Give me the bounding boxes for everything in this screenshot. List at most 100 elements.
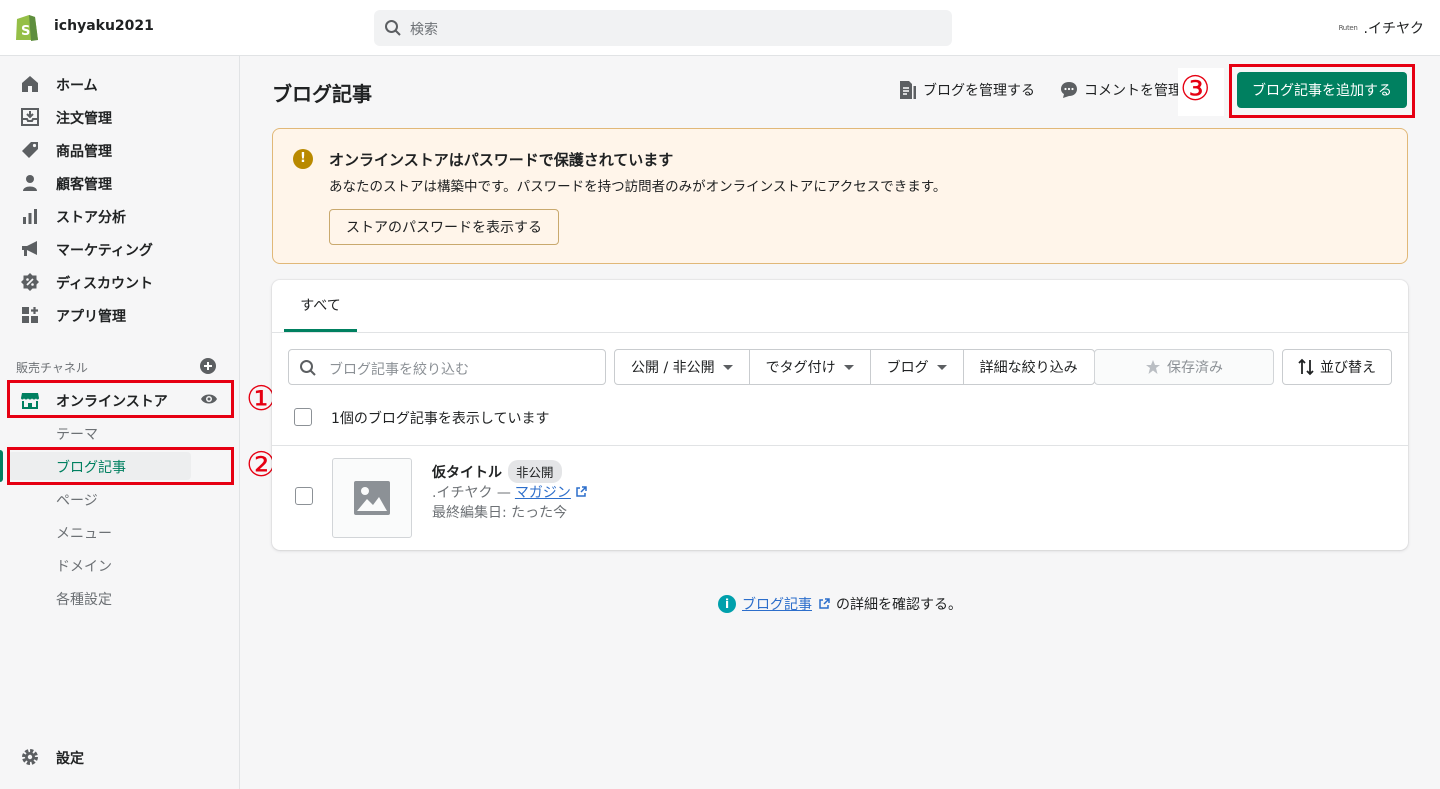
apps-icon [22,307,38,323]
tab-divider [272,332,1408,333]
sidebar-subitem-themes[interactable]: テーマ [56,424,98,444]
caret-down-icon [722,364,733,370]
image-placeholder-icon [354,481,390,515]
store-name[interactable]: ichyaku2021 [54,18,154,34]
sidebar-item-label: アプリ管理 [56,309,126,325]
row-checkbox[interactable] [295,487,313,505]
manage-blogs-label: ブログを管理する [923,83,1035,99]
manage-comments-button[interactable]: コメントを管理 [1060,80,1182,100]
sidebar-item-label: 顧客管理 [56,177,112,193]
post-thumbnail[interactable] [332,458,412,538]
post-title-row[interactable]: 仮タイトル 非公開 [432,460,562,483]
saved-label: 保存済み [1167,360,1223,376]
document-icon [900,81,916,99]
sidebar-item-label: マーケティング [56,243,153,259]
footer-help: i ブログ記事 の詳細を確認する。 [718,594,962,614]
filter-input[interactable]: ブログ記事を絞り込む [288,349,606,385]
status-badge: 非公開 [508,460,562,483]
manage-blogs-button[interactable]: ブログを管理する [899,80,1035,100]
top-bar: S ichyaku2021 検索 Ruten .イチヤク [0,0,1440,56]
search-bar[interactable]: 検索 [374,10,952,46]
page-title: ブログ記事 [272,82,372,106]
svg-text:S: S [21,24,30,39]
customer-icon [23,175,37,191]
banner-description: あなたのストアは構築中です。パスワードを持つ訪問者のみがオンラインストアにアクセ… [329,179,947,195]
orders-icon [21,108,39,126]
active-indicator [0,450,3,482]
sidebar-subitem-domains[interactable]: ドメイン [56,556,112,576]
sidebar-item-products[interactable]: 商品管理 [0,133,240,166]
sidebar-item-home[interactable]: ホーム [0,67,240,100]
post-store: .イチヤク — [432,485,511,501]
sidebar-item-label: 注文管理 [56,111,112,127]
tag-icon [22,142,38,158]
sidebar: ホーム 注文管理 商品管理 顧客管理 ストア分析 マーケティング ディスカウント… [0,56,240,789]
account-logo: Ruten [1338,24,1358,32]
saved-button[interactable]: 保存済み [1094,349,1274,385]
learn-more-link[interactable]: ブログ記事 [742,594,812,614]
account-menu[interactable]: Ruten .イチヤク [1339,18,1424,38]
sidebar-item-label: 商品管理 [56,144,112,160]
post-last-edited: 最終編集日: たった今 [432,505,568,521]
highlight-box-1 [7,380,234,418]
password-protection-banner: ! オンラインストアはパスワードで保護されています あなたのストアは構築中です。… [272,128,1408,264]
caret-down-icon [843,364,854,370]
sidebar-item-discounts[interactable]: ディスカウント [0,265,240,298]
add-channel-icon[interactable] [200,358,216,374]
search-icon [300,360,316,376]
sidebar-item-settings[interactable]: 設定 [0,740,240,773]
sidebar-item-customers[interactable]: 顧客管理 [0,166,240,199]
highlight-box-2 [7,447,234,485]
manage-comments-label: コメントを管理 [1084,83,1182,99]
show-password-button[interactable]: ストアのパスワードを表示する [329,209,559,245]
filter-tagged-button[interactable]: でタグ付け [750,350,871,384]
sidebar-item-label: ホーム [56,78,98,94]
warning-icon: ! [293,149,313,169]
external-link-icon [576,486,587,497]
row-divider [272,445,1408,446]
filter-label: ブログ [886,360,929,376]
home-icon [22,76,38,92]
sidebar-subitem-preferences[interactable]: 各種設定 [56,589,112,609]
annotation-number-3: ③ [1180,69,1211,109]
sort-label: 並び替え [1320,360,1376,376]
learn-more-suffix: の詳細を確認する。 [836,597,962,613]
megaphone-icon [22,241,37,256]
search-placeholder: 検索 [410,22,438,38]
comment-icon [1061,82,1077,98]
post-title: 仮タイトル [432,464,502,481]
sidebar-item-marketing[interactable]: マーケティング [0,232,240,265]
select-all-checkbox[interactable] [294,408,312,426]
post-count-text: 1個のブログ記事を表示しています [331,411,550,427]
more-filters-button[interactable]: 詳細な絞り込み [964,350,1094,384]
discount-icon [21,273,39,291]
sales-channels-label: 販売チャネル [16,361,88,375]
sidebar-subitem-navigation[interactable]: メニュー [56,523,112,543]
post-meta: .イチヤク — マガジン [432,482,587,502]
caret-down-icon [936,364,947,370]
filter-label: 詳細な絞り込み [979,360,1078,376]
sort-icon [1298,358,1314,376]
sidebar-subitem-pages[interactable]: ページ [56,490,98,510]
sidebar-item-apps[interactable]: アプリ管理 [0,298,240,331]
shopify-logo-icon[interactable]: S [14,13,40,42]
filter-placeholder: ブログ記事を絞り込む [329,362,469,378]
sidebar-item-label: 設定 [56,751,84,767]
sort-button[interactable]: 並び替え [1282,349,1392,385]
post-blog-link[interactable]: マガジン [515,482,571,502]
blog-posts-card: すべて ブログ記事を絞り込む 公開 / 非公開 でタグ付け ブログ 詳細な絞り込… [272,280,1408,550]
analytics-icon [23,209,37,224]
external-link-icon [819,598,830,609]
filter-visibility-button[interactable]: 公開 / 非公開 [615,350,750,384]
tab-all[interactable]: すべて [284,280,357,332]
filter-button-group: 公開 / 非公開 でタグ付け ブログ 詳細な絞り込み [614,349,1095,385]
filter-blog-button[interactable]: ブログ [871,350,964,384]
sidebar-item-analytics[interactable]: ストア分析 [0,199,240,232]
banner-title: オンラインストアはパスワードで保護されています [329,151,674,169]
sidebar-item-orders[interactable]: 注文管理 [0,100,240,133]
filter-label: でタグ付け [765,360,836,376]
gear-icon [22,749,38,765]
sidebar-item-label: ディスカウント [56,276,154,292]
sidebar-item-label: ストア分析 [56,210,126,226]
info-icon: i [718,595,736,613]
